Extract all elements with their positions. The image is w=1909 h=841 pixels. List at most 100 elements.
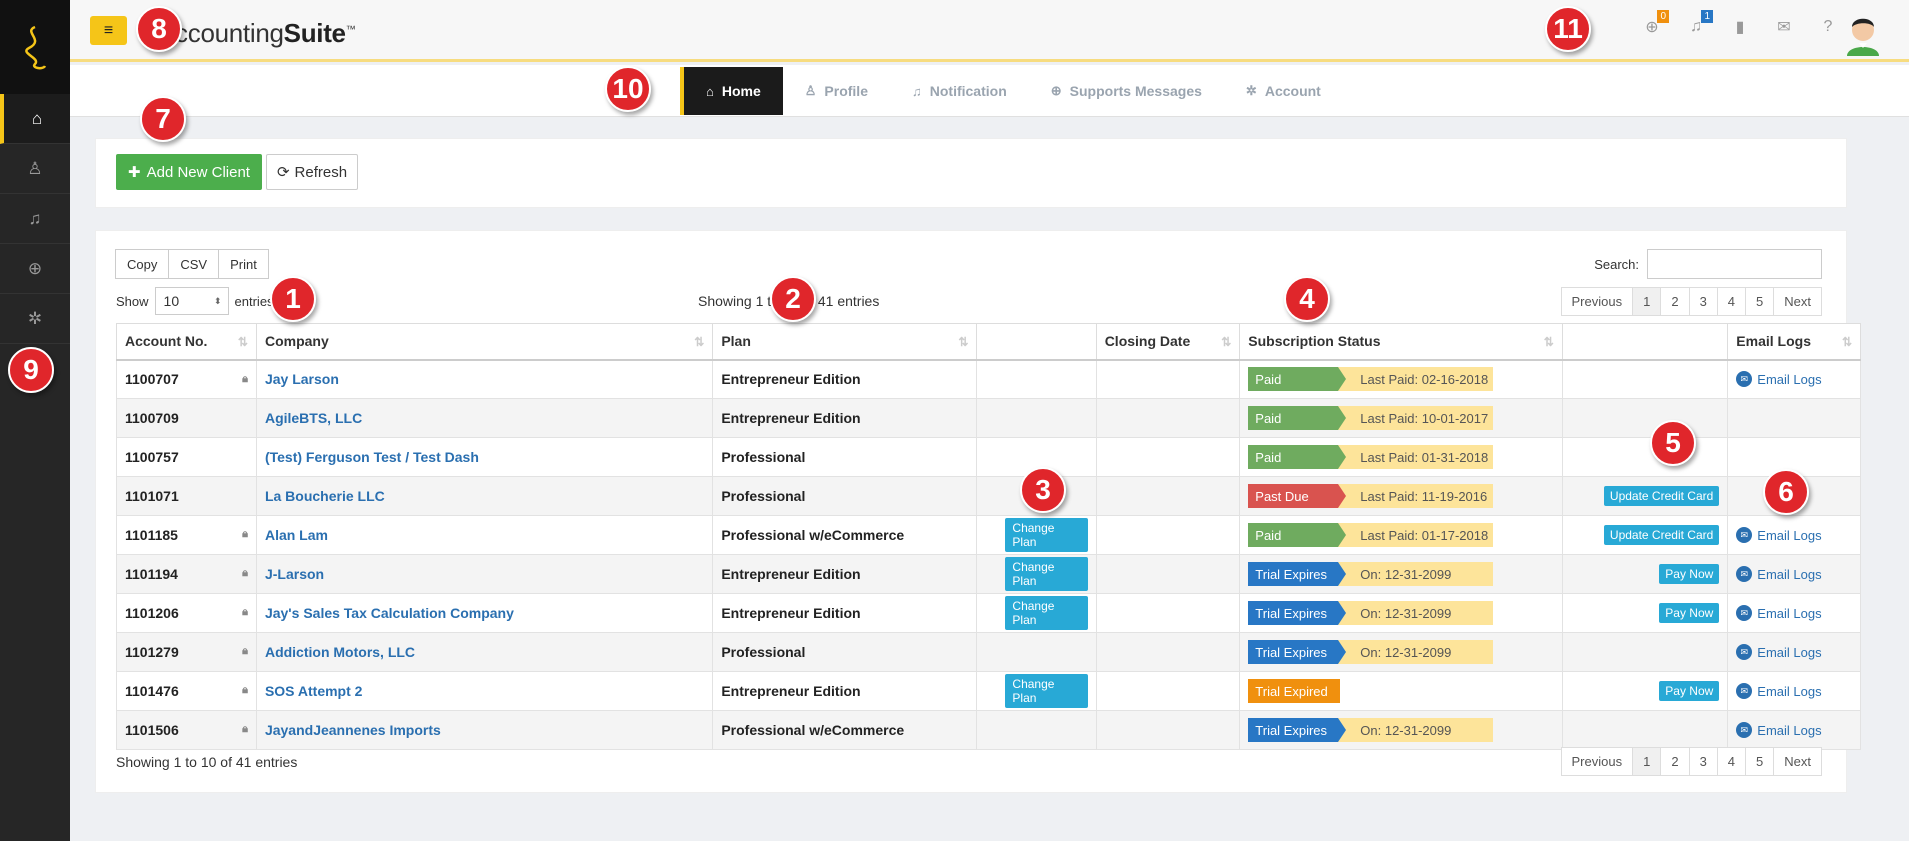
company-link[interactable]: Alan Lam xyxy=(265,527,328,543)
add-new-client-button[interactable]: ✚ Add New Client xyxy=(116,154,262,190)
status-badge: Paid xyxy=(1248,445,1347,469)
page-5[interactable]: 5 xyxy=(1745,287,1775,316)
logo-swirl-icon xyxy=(25,25,47,70)
plan-cell: Professional xyxy=(712,632,978,672)
avatar[interactable] xyxy=(1841,10,1885,56)
email-logs-link[interactable]: ✉ Email Logs xyxy=(1736,371,1852,388)
column-header-subscription-status[interactable]: Subscription Status ⇅ xyxy=(1239,323,1563,361)
closing-date-cell xyxy=(1095,437,1241,477)
tab-notification[interactable]: ♫ Notification xyxy=(890,67,1029,115)
sidebar-item-notification[interactable]: ♫ xyxy=(0,194,70,244)
change-plan-button[interactable]: Change Plan xyxy=(1005,674,1088,708)
tab-label: Notification xyxy=(929,83,1007,99)
tab-profile[interactable]: ♙ Profile xyxy=(783,67,890,115)
company-link[interactable]: Jay Larson xyxy=(265,371,339,387)
page-3[interactable]: 3 xyxy=(1688,747,1718,776)
table-row: 1101506 🔒︎ JayandJeannenes Imports Professi… xyxy=(116,710,1861,750)
tab-supports-messages[interactable]: ⊕ Supports Messages xyxy=(1029,67,1224,115)
company-link[interactable]: SOS Attempt 2 xyxy=(265,683,363,699)
company-cell: SOS Attempt 2 xyxy=(255,671,714,711)
company-link[interactable]: Jay's Sales Tax Calculation Company xyxy=(265,605,514,621)
page-2[interactable]: 2 xyxy=(1660,747,1690,776)
mail-icon[interactable]: ✉ xyxy=(1773,14,1795,40)
change-plan-button[interactable]: Change Plan xyxy=(1005,518,1088,552)
tab-account[interactable]: ✲ Account xyxy=(1224,67,1343,115)
pay-now-button[interactable]: Pay Now xyxy=(1659,564,1720,584)
company-link[interactable]: JayandJeannenes Imports xyxy=(265,722,441,738)
page-4[interactable]: 4 xyxy=(1716,747,1747,776)
notification-badge: 1 xyxy=(1701,10,1713,23)
page-1[interactable]: 1 xyxy=(1632,747,1662,776)
company-link[interactable]: La Boucherie LLC xyxy=(265,488,385,504)
email-logs-link[interactable]: ✉ Email Logs xyxy=(1736,527,1852,543)
copy-button[interactable]: Copy xyxy=(115,249,170,279)
page-5[interactable]: 5 xyxy=(1745,747,1775,776)
column-header-email-logs[interactable]: Email Logs ⇅ xyxy=(1727,323,1861,361)
csv-button[interactable]: CSV xyxy=(168,249,220,279)
logo[interactable] xyxy=(0,0,70,94)
page-length-select[interactable]: 10 ⬍ xyxy=(154,287,229,315)
change-plan-button[interactable]: Change Plan xyxy=(1005,596,1088,630)
company-link[interactable]: AgileBTS, LLC xyxy=(265,410,362,426)
column-header-plan[interactable]: Plan ⇅ xyxy=(712,323,978,361)
page-4[interactable]: 4 xyxy=(1716,287,1747,316)
email-logs-link[interactable]: ✉ Email Logs xyxy=(1736,644,1852,660)
page-3[interactable]: 3 xyxy=(1688,287,1718,316)
pagination-top: Previous 1 2 3 4 5 Next xyxy=(1560,287,1822,316)
page-previous[interactable]: Previous xyxy=(1560,747,1634,776)
search-input[interactable] xyxy=(1647,249,1822,279)
menu-toggle-button[interactable]: ≡ xyxy=(90,16,127,45)
callout-marker-7: 7 xyxy=(140,96,186,142)
page-next[interactable]: Next xyxy=(1773,747,1822,776)
page-previous[interactable]: Previous xyxy=(1560,287,1634,316)
lock-icon[interactable]: 🔒︎ xyxy=(242,684,248,697)
email-logs-link[interactable]: ✉ Email Logs xyxy=(1736,722,1852,738)
page-2[interactable]: 2 xyxy=(1660,287,1690,316)
company-link[interactable]: Addiction Motors, LLC xyxy=(265,644,415,660)
email-logs-link[interactable]: ✉ Email Logs xyxy=(1736,605,1852,621)
sidebar-item-account[interactable]: ✲ xyxy=(0,294,70,344)
column-header-blank-6 xyxy=(1561,323,1729,361)
company-link[interactable]: J-Larson xyxy=(265,566,324,582)
subscription-status-cell: Paid Last Paid: 02-16-2018 xyxy=(1239,359,1563,399)
help-icon[interactable]: ? xyxy=(1817,14,1839,40)
billing-action-cell: Pay Now xyxy=(1561,554,1729,594)
lock-icon[interactable]: 🔒︎ xyxy=(242,723,248,736)
sidebar-item-home[interactable]: ⌂ xyxy=(0,94,70,144)
search-box: Search: xyxy=(1594,249,1822,279)
sort-icon: ⇅ xyxy=(237,335,248,349)
sidebar-item-profile[interactable]: ♙ xyxy=(0,144,70,194)
account-number-cell: 1101185 🔒︎ xyxy=(116,515,257,555)
email-logs-link[interactable]: ✉ Email Logs xyxy=(1736,566,1852,582)
column-header-company[interactable]: Company ⇅ xyxy=(255,323,714,361)
email-logs-link[interactable]: ✉ Email Logs xyxy=(1736,683,1852,699)
status-wrap: Trial Expires On: 12-31-2099 xyxy=(1248,718,1554,742)
book-icon[interactable]: ▮ xyxy=(1729,14,1751,40)
email-logs-cell: ✉ Email Logs xyxy=(1727,359,1861,399)
update-credit-card-button[interactable]: Update Credit Card xyxy=(1603,486,1720,506)
lock-icon[interactable]: 🔒︎ xyxy=(242,606,248,619)
lock-icon[interactable]: 🔒︎ xyxy=(242,373,248,386)
column-header-account-no-[interactable]: Account No. ⇅ xyxy=(116,323,257,361)
lock-icon[interactable]: 🔒︎ xyxy=(242,645,248,658)
brand-logo[interactable]: AccountingSuite™ xyxy=(158,18,356,49)
page-1[interactable]: 1 xyxy=(1632,287,1662,316)
pay-now-button[interactable]: Pay Now xyxy=(1659,681,1720,701)
bell-icon[interactable]: ♫ 1 xyxy=(1685,10,1713,40)
sidebar-item-support[interactable]: ⊕ xyxy=(0,244,70,294)
lock-icon[interactable]: 🔒︎ xyxy=(242,567,248,580)
callout-marker-9: 9 xyxy=(8,347,54,393)
update-credit-card-button[interactable]: Update Credit Card xyxy=(1603,525,1720,545)
pay-now-button[interactable]: Pay Now xyxy=(1659,603,1720,623)
support-icon[interactable]: ⊕ 0 xyxy=(1641,10,1669,40)
table-info-bottom: Showing 1 to 10 of 41 entries xyxy=(116,754,298,770)
lock-icon[interactable]: 🔒︎ xyxy=(242,528,248,541)
company-link[interactable]: (Test) Ferguson Test / Test Dash xyxy=(265,449,479,465)
print-button[interactable]: Print xyxy=(218,249,269,279)
sidebar: ⌂ ♙ ♫ ⊕ ✲ xyxy=(0,0,70,841)
change-plan-button[interactable]: Change Plan xyxy=(1005,557,1088,591)
refresh-button[interactable]: ⟳ Refresh xyxy=(266,154,358,190)
column-header-closing-date[interactable]: Closing Date ⇅ xyxy=(1095,323,1241,361)
tab-home[interactable]: ⌂ Home xyxy=(680,67,783,115)
page-next[interactable]: Next xyxy=(1773,287,1822,316)
